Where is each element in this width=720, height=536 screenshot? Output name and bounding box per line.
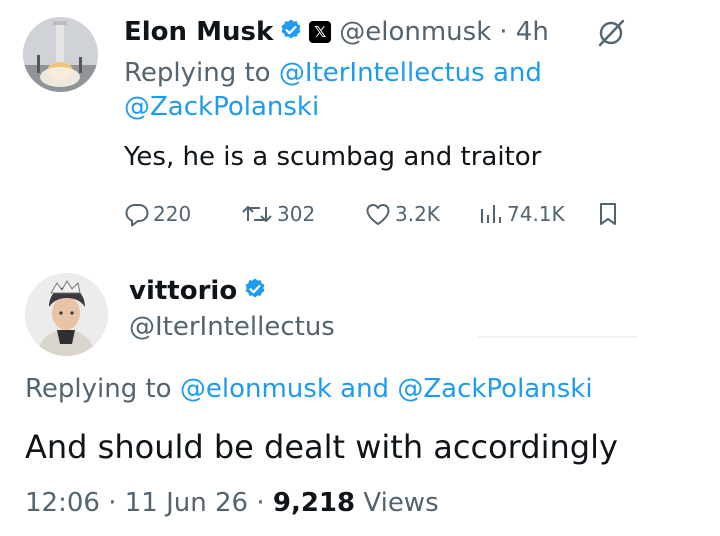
post-time[interactable]: · 4h — [499, 17, 549, 47]
tweet-text: Yes, he is a scumbag and traitor — [124, 142, 542, 172]
views-chart-icon — [478, 201, 504, 227]
post-time[interactable]: 12:06 — [25, 488, 100, 518]
author-handle[interactable]: @elonmusk — [339, 17, 491, 47]
divider — [478, 336, 638, 338]
like-button[interactable]: 3.2K — [364, 196, 440, 232]
tweet2-header: vittorio — [129, 276, 267, 306]
views-label: Views — [363, 488, 439, 518]
reply-mention-link[interactable]: @ZackPolanski — [124, 92, 319, 122]
author-name[interactable]: Elon Musk — [124, 17, 273, 47]
reply-mention-link[interactable]: @IterIntellectus — [279, 58, 485, 88]
reply-mention-link[interactable]: @elonmusk — [180, 374, 332, 404]
avatar-vittorio[interactable] — [25, 273, 108, 356]
mute-icon[interactable] — [596, 18, 626, 52]
author-handle[interactable]: @IterIntellectus — [129, 312, 335, 342]
heart-icon — [364, 201, 392, 227]
author-name[interactable]: vittorio — [129, 276, 237, 306]
meta-separator: · — [108, 488, 117, 518]
bookmark-button[interactable] — [596, 196, 620, 232]
tweet-text: And should be dealt with accordingly — [25, 428, 618, 466]
avatar-image — [25, 273, 108, 356]
reply-button[interactable]: 220 — [124, 196, 191, 232]
verified-badge-icon — [279, 18, 303, 46]
repost-icon — [240, 201, 274, 227]
tweet-meta: 12:06 · 11 Jun 26 · 9,218 Views — [25, 488, 439, 518]
replying-to-label: Replying to — [25, 374, 172, 404]
avatar-image — [23, 17, 98, 92]
reply-icon — [124, 201, 150, 227]
replying-to: Replying to @elonmusk and @ZackPolanski — [25, 374, 593, 404]
avatar-elon-musk[interactable] — [23, 17, 98, 92]
meta-separator: · — [256, 488, 265, 518]
reply-count: 220 — [153, 202, 192, 226]
bookmark-icon — [596, 201, 620, 227]
replying-to-label: Replying to — [124, 58, 271, 88]
like-count: 3.2K — [395, 202, 440, 226]
reply-and-label[interactable]: and — [493, 58, 542, 88]
reply-mention-link[interactable]: @ZackPolanski — [397, 374, 592, 404]
reply-and-label[interactable]: and — [340, 374, 389, 404]
post-date[interactable]: 11 Jun 26 — [125, 488, 248, 518]
verified-badge-icon — [243, 277, 267, 305]
repost-count: 302 — [277, 202, 316, 226]
views-button[interactable]: 74.1K — [478, 196, 565, 232]
repost-button[interactable]: 302 — [240, 196, 315, 232]
tweet1-header: Elon Musk 𝕏 @elonmusk · 4h — [124, 12, 549, 52]
replying-to: Replying to @IterIntellectus and @ZackPo… — [124, 56, 594, 124]
x-logo-icon: 𝕏 — [309, 21, 332, 43]
views-count: 74.1K — [507, 202, 565, 226]
views-count: 9,218 — [272, 488, 356, 518]
